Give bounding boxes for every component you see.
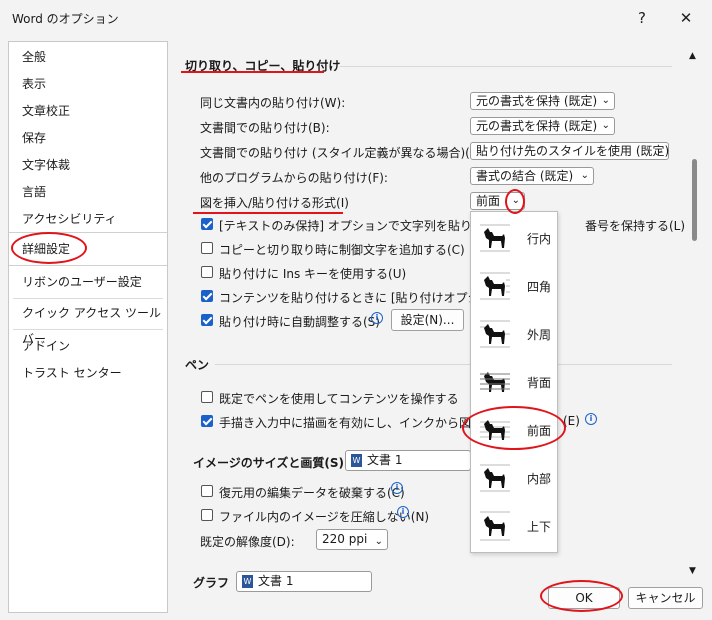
- highlight-oval-in-front: [462, 406, 566, 450]
- settings-button[interactable]: 設定(N)...: [391, 309, 464, 331]
- help-button[interactable]: ?: [622, 4, 662, 32]
- sidebar-item-accessibility[interactable]: アクセシビリティ: [9, 206, 167, 232]
- chevron-down-icon: ⌄: [374, 536, 383, 547]
- chevron-down-icon: ⌄: [601, 120, 610, 131]
- sidebar-item-save[interactable]: 保存: [9, 125, 167, 151]
- image-doc-dropdown[interactable]: W 文書 1: [345, 450, 471, 471]
- highlight-underline-picture-format: [193, 212, 343, 214]
- ins-key-label: 貼り付けに Ins キーを使用する(U): [219, 267, 407, 281]
- sidebar-item-proofing[interactable]: 文章校正: [9, 98, 167, 124]
- paste-options-button-checkbox[interactable]: [201, 290, 213, 302]
- paste-other-program-dropdown[interactable]: 書式の結合 (既定) ⌄: [470, 167, 594, 185]
- discard-editing-data-label: 復元用の編集データを破棄する(C): [219, 486, 405, 500]
- wrap-option-inline[interactable]: 行内: [471, 214, 557, 262]
- section-divider: [215, 364, 672, 365]
- sidebar-item-typography[interactable]: 文字体裁: [9, 152, 167, 178]
- scroll-up-icon[interactable]: ▲: [689, 51, 696, 61]
- sidebar-item-trust-center[interactable]: トラスト センター: [9, 360, 167, 386]
- wrap-option-square[interactable]: 四角: [471, 262, 557, 310]
- title-bar: Word のオプション ? ✕: [0, 0, 712, 36]
- discard-editing-data-checkbox[interactable]: [201, 485, 213, 497]
- sidebar-separator: [13, 298, 163, 299]
- info-icon: i: [371, 312, 383, 324]
- wrap-behind-icon: [480, 372, 510, 392]
- chevron-down-icon: ⌄: [601, 95, 610, 106]
- content-pane: 切り取り、コピー、貼り付け 同じ文書内の貼り付け(W): 元の書式を保持 (既定…: [175, 41, 687, 611]
- use-pen-checkbox[interactable]: [201, 391, 213, 403]
- wrap-square-icon: [480, 272, 510, 300]
- sidebar-item-general[interactable]: 全般: [9, 44, 167, 70]
- smart-cut-label: コピーと切り取り時に制御文字を追加する(C): [219, 243, 465, 257]
- ink-to-shape-checkbox[interactable]: [201, 415, 213, 427]
- section-title-chart: グラフ: [193, 576, 230, 590]
- section-title-pen: ペン: [185, 358, 210, 372]
- smart-cut-checkbox[interactable]: [201, 242, 213, 254]
- highlight-underline-section: [181, 71, 324, 73]
- paste-style-conflict-dropdown[interactable]: 貼り付け先のスタイルを使用 (既定) ⌄: [470, 142, 669, 160]
- resolution-label: 既定の解像度(D):: [200, 535, 295, 549]
- highlight-oval-ok: [540, 580, 623, 612]
- sidebar-item-quick-access[interactable]: クイック アクセス ツール バー: [9, 300, 167, 346]
- window-title: Word のオプション: [12, 12, 119, 26]
- keep-text-only-checkbox[interactable]: [201, 218, 213, 230]
- section-divider: [340, 66, 672, 67]
- ins-key-checkbox[interactable]: [201, 266, 213, 278]
- insert-picture-as-label: 図を挿入/貼り付ける形式(I): [200, 196, 349, 210]
- highlight-oval-advanced: [11, 232, 87, 264]
- scroll-down-icon[interactable]: ▼: [689, 566, 696, 576]
- wrap-style-popup: 行内 四角 外周 背面 前面 内部 上下: [470, 211, 558, 553]
- scrollbar-thumb[interactable]: [692, 159, 697, 241]
- wrap-through-icon: [480, 464, 510, 492]
- wrap-option-tight[interactable]: 外周: [471, 310, 557, 358]
- wrap-inline-icon: [480, 224, 510, 252]
- wrap-option-top-bottom[interactable]: 上下: [471, 502, 557, 550]
- cancel-button[interactable]: キャンセル: [628, 587, 703, 609]
- info-icon: i: [391, 482, 403, 494]
- section-title-image-quality: イメージのサイズと画質(S): [193, 456, 345, 470]
- paste-other-program-label: 他のプログラムからの貼り付け(F):: [200, 171, 388, 185]
- word-doc-icon: W: [351, 454, 362, 467]
- info-icon: i: [397, 506, 409, 518]
- chart-doc-dropdown[interactable]: W 文書 1: [236, 571, 372, 592]
- word-doc-icon: W: [242, 575, 253, 588]
- paste-same-doc-dropdown[interactable]: 元の書式を保持 (既定) ⌄: [470, 92, 615, 110]
- resolution-dropdown[interactable]: 220 ppi ⌄: [316, 529, 388, 550]
- highlight-oval-dropdown-arrow: [505, 189, 525, 214]
- close-button[interactable]: ✕: [666, 4, 706, 32]
- paste-between-docs-dropdown[interactable]: 元の書式を保持 (既定) ⌄: [470, 117, 615, 135]
- sidebar-item-language[interactable]: 言語: [9, 179, 167, 205]
- wrap-top-bottom-icon: [480, 511, 510, 541]
- chevron-down-icon: ⌄: [580, 170, 589, 181]
- keep-text-only-label-tail: 番号を保持する(L): [585, 219, 686, 233]
- no-compress-checkbox[interactable]: [201, 509, 213, 521]
- sidebar-item-addins[interactable]: アドイン: [9, 333, 167, 359]
- wrap-option-through[interactable]: 内部: [471, 454, 557, 502]
- scrollbar[interactable]: ▲ ▼: [686, 41, 702, 581]
- wrap-option-behind[interactable]: 背面: [471, 358, 557, 406]
- info-icon: i: [585, 413, 597, 425]
- paste-between-docs-label: 文書間での貼り付け(B):: [200, 121, 330, 135]
- sidebar: 全般 表示 文章校正 保存 文字体裁 言語 アクセシビリティ 詳細設定 リボンの…: [8, 41, 168, 613]
- paste-style-conflict-label: 文書間での貼り付け (スタイル定義が異なる場合)(E):: [200, 146, 487, 160]
- sidebar-item-display[interactable]: 表示: [9, 71, 167, 97]
- sidebar-item-customize-ribbon[interactable]: リボンのユーザー設定: [9, 269, 167, 295]
- smart-paste-checkbox[interactable]: [201, 314, 213, 326]
- chevron-down-icon: ⌄: [655, 145, 664, 156]
- sidebar-separator: [13, 329, 163, 330]
- wrap-tight-icon: [480, 320, 510, 348]
- use-pen-label: 既定でペンを使用してコンテンツを操作する: [219, 392, 459, 406]
- paste-same-doc-label: 同じ文書内の貼り付け(W):: [200, 96, 346, 110]
- smart-paste-label: 貼り付け時に自動調整する(S): [219, 315, 380, 329]
